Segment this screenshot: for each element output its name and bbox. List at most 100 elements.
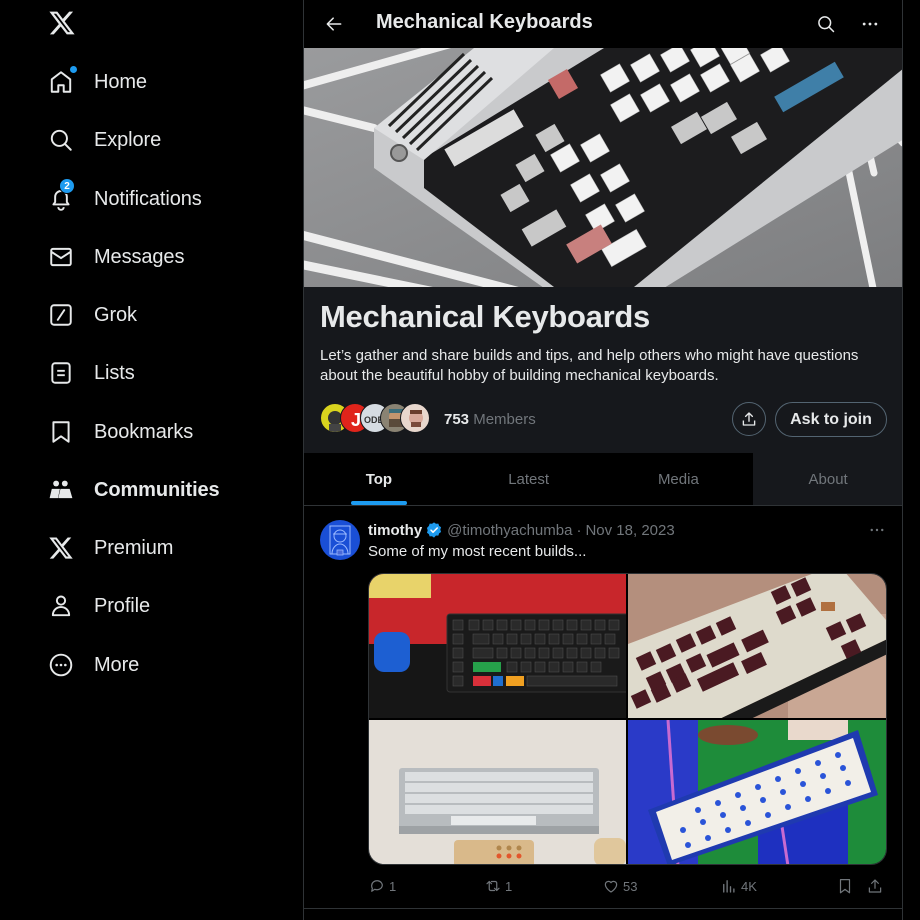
keyboard-banner-image <box>304 48 902 287</box>
tab-about[interactable]: About <box>753 453 902 505</box>
more-circle-icon <box>48 652 74 678</box>
member-count[interactable]: 753 Members <box>444 411 536 428</box>
active-tab-indicator <box>350 501 407 505</box>
post-image-3[interactable] <box>369 720 626 864</box>
sidebar-item-label: Home <box>94 70 147 93</box>
sidebar-item-bookmarks[interactable]: Bookmarks <box>48 412 193 452</box>
share-icon <box>742 412 756 426</box>
sidebar-item-label: Lists <box>94 361 135 384</box>
reply-icon <box>371 880 383 892</box>
sidebar-item-lists[interactable]: Lists <box>48 353 135 393</box>
member-count-value: 753 <box>444 411 470 428</box>
like-count: 53 <box>623 878 638 894</box>
sidebar-item-home[interactable]: Home <box>48 62 147 102</box>
bookmark-button[interactable] <box>836 877 857 895</box>
like-button[interactable]: 53 <box>602 877 637 895</box>
search-button[interactable] <box>812 10 840 38</box>
sidebar-item-label: Bookmarks <box>94 420 194 443</box>
community-info: Mechanical Keyboards Let’s gather and sh… <box>304 287 902 453</box>
more-horizontal-icon <box>870 528 884 532</box>
post-share-button[interactable] <box>866 877 887 895</box>
sidebar: Home Explore 2 Notifications Messages Gr… <box>0 0 303 920</box>
post-more-button[interactable] <box>866 519 888 541</box>
ask-to-join-button[interactable]: Ask to join <box>775 402 887 437</box>
share-icon <box>868 879 882 893</box>
search-icon <box>48 127 74 153</box>
repost-button[interactable]: 1 <box>484 877 512 895</box>
share-button[interactable] <box>732 402 766 436</box>
member-avatars[interactable]: J ODE <box>320 403 430 435</box>
sidebar-item-label: More <box>94 653 140 676</box>
post-image-2[interactable] <box>628 574 886 718</box>
view-count: 4K <box>741 878 757 894</box>
separator: · <box>576 521 582 539</box>
sidebar-item-notifications[interactable]: 2 Notifications <box>48 178 202 219</box>
list-icon <box>48 360 74 386</box>
avatar[interactable] <box>320 520 360 560</box>
community-description: Let’s gather and share builds and tips, … <box>320 347 859 384</box>
author-name[interactable]: timothy <box>368 522 422 539</box>
envelope-icon <box>48 244 74 270</box>
tab-label: Top <box>365 470 393 488</box>
avatar-illustration <box>329 525 351 556</box>
sidebar-item-label: Explore <box>94 128 162 151</box>
bookmark-icon <box>839 879 851 894</box>
sidebar-item-more[interactable]: More <box>48 645 139 685</box>
tab-label: About <box>808 470 848 488</box>
back-button[interactable] <box>320 10 348 38</box>
sidebar-item-messages[interactable]: Messages <box>48 237 184 277</box>
views-button[interactable]: 4K <box>720 877 757 895</box>
tab-label: Latest <box>508 470 550 488</box>
top-bar: Mechanical Keyboards <box>304 0 902 48</box>
sidebar-item-label: Profile <box>94 594 150 617</box>
sidebar-item-grok[interactable]: Grok <box>48 295 137 335</box>
repost-count: 1 <box>505 878 513 894</box>
post-actions: 1 1 53 4K <box>368 877 887 899</box>
member-count-label: Members <box>473 411 536 428</box>
sidebar-item-communities[interactable]: Communities <box>48 470 220 510</box>
keyboard-photo-blue <box>628 720 886 864</box>
tab-media[interactable]: Media <box>604 453 754 505</box>
communities-icon <box>48 477 74 503</box>
tab-latest[interactable]: Latest <box>454 453 604 505</box>
post-media-grid <box>368 573 887 865</box>
x-logo[interactable] <box>48 9 76 37</box>
reply-count: 1 <box>389 878 397 894</box>
repost-icon <box>486 880 500 892</box>
arrow-left-icon <box>326 17 342 31</box>
notification-badge: 2 <box>59 178 75 194</box>
tab-label: Media <box>657 470 699 488</box>
author-handle[interactable]: @timothyachumba <box>447 522 572 539</box>
sidebar-item-label: Premium <box>94 536 174 559</box>
community-banner[interactable] <box>304 48 902 287</box>
post-text: Some of my most recent builds... <box>368 543 587 560</box>
sidebar-item-label: Grok <box>94 303 137 326</box>
more-horizontal-icon <box>862 22 878 26</box>
sidebar-item-label: Messages <box>94 245 185 268</box>
reply-button[interactable]: 1 <box>368 877 396 895</box>
post-date[interactable]: Nov 18, 2023 <box>585 522 674 539</box>
keyboard-photo-maroon <box>628 574 886 718</box>
page-title: Mechanical Keyboards <box>376 11 593 33</box>
bell-icon: 2 <box>48 178 75 212</box>
sidebar-item-explore[interactable]: Explore <box>48 120 161 160</box>
community-name: Mechanical Keyboards <box>320 299 650 334</box>
bookmark-icon <box>48 419 74 445</box>
post-image-4[interactable] <box>628 720 886 864</box>
views-icon <box>723 880 735 893</box>
sidebar-item-profile[interactable]: Profile <box>48 586 150 626</box>
grok-icon <box>48 302 74 328</box>
post[interactable]: timothy @timothyachumba · Nov 18, 2023 S… <box>304 507 902 909</box>
member-avatar <box>400 403 430 433</box>
tab-top[interactable]: Top <box>304 453 454 505</box>
keyboard-photo-black <box>369 574 626 718</box>
search-icon <box>818 16 835 33</box>
sidebar-item-premium[interactable]: Premium <box>48 528 173 568</box>
main-column: Mechanical Keyboards Mechanical Keyboard… <box>303 0 903 920</box>
keyboard-photo-grey <box>369 720 626 864</box>
post-image-1[interactable] <box>369 574 626 718</box>
home-icon <box>48 66 77 95</box>
x-premium-icon <box>48 535 74 561</box>
more-button[interactable] <box>856 10 884 38</box>
sidebar-item-label: Communities <box>94 478 220 501</box>
